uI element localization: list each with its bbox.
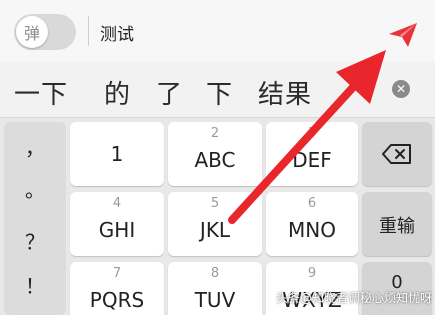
toggle-knob: 弹	[16, 16, 48, 48]
candidate-word[interactable]: 的	[104, 74, 131, 111]
key-label: 1	[110, 142, 124, 166]
backspace-button[interactable]	[362, 122, 432, 186]
key-number: 3	[307, 126, 317, 141]
punctuation-key[interactable]: ！	[4, 270, 66, 299]
punctuation-column[interactable]: ， 。 ？ ！	[4, 122, 66, 315]
input-top-bar: 弹 测试	[0, 0, 435, 62]
send-icon[interactable]	[388, 22, 418, 48]
key-1[interactable]: 1	[70, 122, 164, 186]
punctuation-key[interactable]: ？	[4, 226, 66, 255]
key-label: MNO	[288, 218, 336, 242]
key-5[interactable]: 5 JKL	[168, 192, 262, 256]
key-number: 5	[210, 196, 220, 211]
candidate-bar: 一下 的 了 下 结果	[0, 62, 435, 118]
divider	[88, 16, 89, 46]
punctuation-key[interactable]: ，	[4, 132, 66, 161]
candidate-word[interactable]: 结果	[258, 74, 312, 111]
key-7[interactable]: 7 PQRS	[70, 262, 164, 315]
key-number: 6	[307, 196, 317, 211]
keyboard-screen: 弹 测试 一下 的 了 下 结果 ✕ ， 。 ？ ！ 1 2 ABC 3 DEF…	[0, 0, 435, 315]
input-text-field[interactable]: 测试	[100, 20, 134, 45]
key-6[interactable]: 6 MNO	[266, 192, 358, 256]
key-number: 4	[112, 196, 122, 211]
key-label: JKL	[199, 218, 231, 242]
key-number: 2	[210, 126, 220, 141]
key-number: 9	[307, 266, 317, 281]
clear-icon[interactable]: ✕	[392, 80, 410, 98]
popup-toggle[interactable]: 弹	[14, 14, 76, 50]
punctuation-key[interactable]: 。	[4, 174, 66, 203]
key-2[interactable]: 2 ABC	[168, 122, 262, 186]
candidate-word[interactable]: 下	[206, 74, 233, 111]
key-4[interactable]: 4 GHI	[70, 192, 164, 256]
key-label: ABC	[194, 148, 236, 172]
candidate-word[interactable]: 了	[156, 74, 183, 111]
key-label: DEF	[292, 148, 332, 172]
retype-label: 重输	[379, 216, 415, 237]
candidate-word[interactable]: 一下	[14, 74, 68, 111]
key-number: 8	[210, 266, 220, 281]
backspace-icon	[382, 144, 411, 164]
key-label: GHI	[98, 218, 136, 242]
key-label: PQRS	[89, 288, 145, 312]
key-number: 7	[112, 266, 122, 281]
watermark-text: 头条@知晓者调秘心烦知忧呀	[276, 291, 433, 305]
key-8[interactable]: 8 TUV	[168, 262, 262, 315]
key-label: TUV	[194, 288, 236, 312]
key-3[interactable]: 3 DEF	[266, 122, 358, 186]
retype-button[interactable]: 重输	[362, 192, 432, 256]
